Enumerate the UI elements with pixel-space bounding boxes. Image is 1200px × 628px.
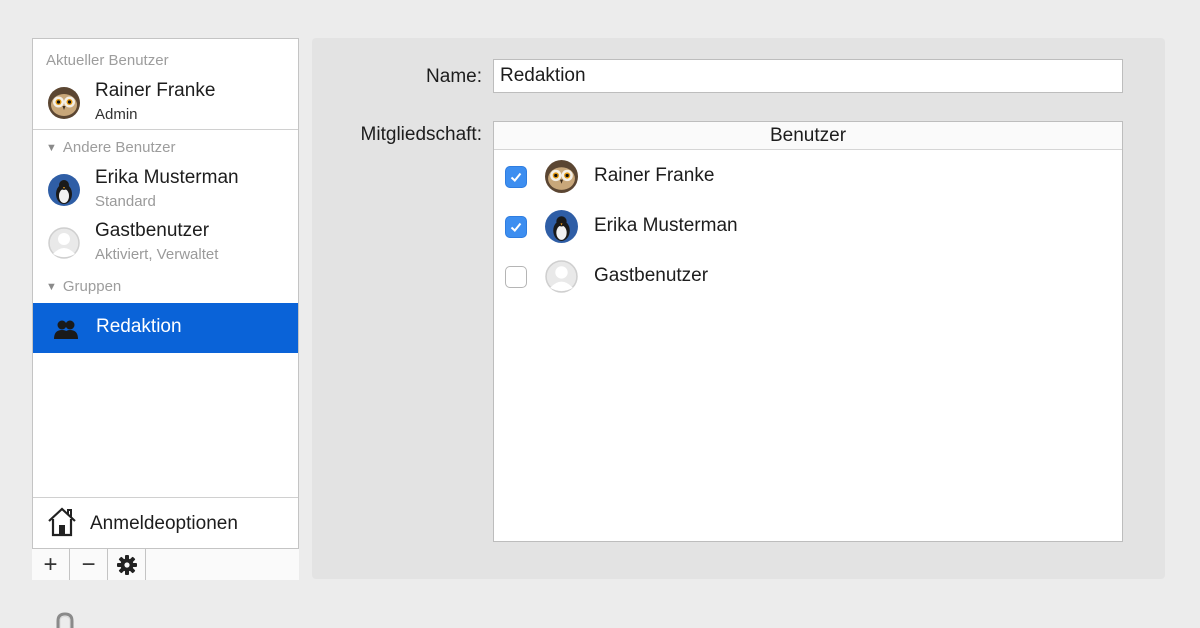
guest-avatar-icon (48, 227, 80, 259)
current-user-header: Aktueller Benutzer (46, 52, 169, 69)
table-row[interactable]: Erika Musterman (494, 201, 1122, 251)
sidebar-item-redaktion[interactable]: Redaktion (33, 303, 298, 353)
sidebar-item-rainer-franke[interactable]: Rainer Franke Admin (33, 79, 298, 129)
action-menu-button[interactable] (108, 549, 146, 580)
group-icon (54, 320, 78, 339)
penguin-avatar-icon (545, 210, 578, 243)
owl-avatar-icon (545, 160, 578, 193)
column-header-benutzer[interactable]: Benutzer (494, 122, 1122, 150)
user-role: Admin (95, 106, 138, 123)
member-name: Rainer Franke (594, 165, 715, 186)
name-label: Name: (426, 66, 482, 87)
disclosure-triangle-icon[interactable]: ▼ (46, 142, 57, 154)
user-role: Standard (95, 193, 156, 210)
current-user-section: Aktueller Benutzer Rainer Franke Admin (33, 39, 298, 130)
penguin-avatar-icon (48, 174, 80, 206)
user-name: Erika Musterman (95, 167, 239, 188)
member-name: Gastbenutzer (594, 265, 709, 286)
other-users-label: Andere Benutzer (62, 139, 176, 156)
member-checkbox[interactable] (505, 166, 527, 188)
membership-table: Benutzer Rainer Franke Erika Musterman G… (493, 121, 1123, 542)
sidebar-item-erika-musterman[interactable]: Erika Musterman Standard (33, 166, 298, 216)
group-name-input[interactable] (493, 59, 1123, 93)
checkmark-icon (510, 222, 522, 232)
groups-header[interactable]: ▼ Gruppen (46, 278, 121, 295)
remove-user-button[interactable]: − (70, 549, 108, 580)
table-row[interactable]: Gastbenutzer (494, 251, 1122, 301)
lock-icon[interactable] (52, 612, 78, 628)
sidebar-item-gastbenutzer[interactable]: Gastbenutzer Aktiviert, Verwaltet (33, 219, 298, 269)
table-row[interactable]: Rainer Franke (494, 151, 1122, 201)
guest-avatar-icon (545, 260, 578, 293)
other-users-header[interactable]: ▼ Andere Benutzer (46, 139, 175, 156)
home-icon (48, 507, 76, 537)
login-options-item[interactable]: Anmeldeoptionen (33, 497, 298, 548)
member-name: Erika Musterman (594, 215, 738, 236)
user-role: Aktiviert, Verwaltet (95, 246, 219, 263)
users-sidebar: Aktueller Benutzer Rainer Franke Admin ▼… (32, 38, 299, 580)
member-checkbox[interactable] (505, 266, 527, 288)
disclosure-triangle-icon[interactable]: ▼ (46, 281, 57, 293)
sidebar-toolbar: + − (32, 548, 299, 580)
groups-label: Gruppen (62, 278, 122, 295)
group-name: Redaktion (96, 316, 182, 337)
owl-avatar-icon (48, 87, 80, 119)
member-checkbox[interactable] (505, 216, 527, 238)
checkmark-icon (510, 172, 522, 182)
user-name: Gastbenutzer (95, 220, 210, 241)
user-name: Rainer Franke (95, 80, 216, 101)
add-user-button[interactable]: + (32, 549, 70, 580)
gear-icon (116, 554, 137, 575)
login-options-label: Anmeldeoptionen (90, 513, 238, 534)
membership-label: Mitgliedschaft: (360, 124, 482, 145)
